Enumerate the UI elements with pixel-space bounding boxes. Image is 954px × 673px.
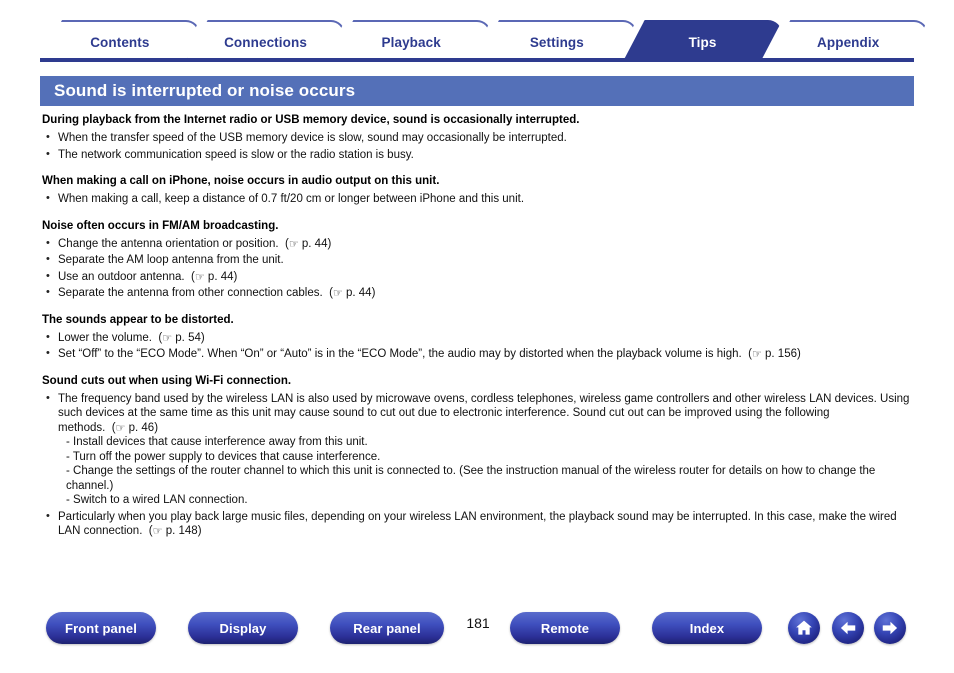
- page-reference-link[interactable]: (☞ p. 54): [158, 331, 204, 344]
- list-item-text: When the transfer speed of the USB memor…: [58, 132, 567, 144]
- section-heading: The sounds appear to be distorted.: [42, 313, 234, 326]
- content-section: When making a call on iPhone, noise occu…: [42, 174, 922, 207]
- tab-settings[interactable]: Settings: [477, 20, 637, 62]
- page-reference-text: p. 44: [346, 287, 372, 299]
- list-item-text: When making a call, keep a distance of 0…: [58, 193, 525, 205]
- bullet-list: When the transfer speed of the USB memor…: [42, 130, 922, 163]
- section-heading: Sound cuts out when using Wi-Fi connecti…: [42, 374, 292, 387]
- arrow-right-icon: [880, 618, 900, 638]
- pointing-hand-icon: ☞: [332, 286, 343, 300]
- page-reference-text: p. 54: [175, 331, 201, 344]
- list-item: Separate the antenna from other connecti…: [42, 285, 922, 301]
- rear-panel-button[interactable]: Rear panel: [330, 612, 444, 644]
- list-item-text: Separate the AM loop antenna from the un…: [58, 254, 284, 266]
- list-item: Lower the volume. (☞ p. 54): [42, 330, 922, 346]
- page-number: 181: [466, 615, 490, 631]
- list-item: Particularly when you play back large mu…: [42, 509, 922, 539]
- page-reference-link[interactable]: (☞ p. 46): [112, 421, 158, 434]
- tab-tips[interactable]: Tips: [623, 20, 783, 62]
- content-section: The sounds appear to be distorted. Lower …: [42, 313, 922, 362]
- page-reference-link[interactable]: (☞ p. 44): [191, 270, 237, 283]
- list-item-text: Use an outdoor antenna.: [58, 270, 185, 283]
- section-heading: When making a call on iPhone, noise occu…: [42, 175, 440, 187]
- page-reference-text: p. 44: [207, 270, 234, 283]
- page-reference-text: p. 148: [165, 525, 198, 537]
- pointing-hand-icon: ☞: [152, 524, 163, 538]
- sub-line-item: - Install devices that cause interferenc…: [66, 436, 368, 448]
- tab-label: Appendix: [817, 34, 880, 50]
- bullet-list: Change the antenna orientation or positi…: [42, 236, 922, 301]
- list-item: Change the antenna orientation or positi…: [42, 236, 922, 252]
- page-reference-link[interactable]: (☞ p. 156): [748, 347, 801, 361]
- tab-bar-underline: [40, 58, 914, 62]
- page-title: Sound is interrupted or noise occurs: [54, 81, 356, 100]
- tab-label: Settings: [529, 34, 584, 50]
- page-reference-text: p. 44: [301, 237, 328, 250]
- pointing-hand-icon: ☞: [288, 237, 299, 250]
- bullet-list: The frequency band used by the wireless …: [42, 391, 922, 539]
- page-reference-text: p. 156: [765, 348, 797, 360]
- sub-line-item: - Switch to a wired LAN connection.: [66, 494, 248, 506]
- tab-label: Connections: [224, 34, 307, 50]
- content-section: Sound cuts out when using Wi-Fi connecti…: [42, 374, 922, 539]
- list-item-text: Set “Off” to the “ECO Mode”. When “On” o…: [58, 348, 742, 360]
- bullet-list: Lower the volume. (☞ p. 54) Set “Off” to …: [42, 330, 922, 362]
- page-title-banner: Sound is interrupted or noise occurs: [40, 76, 914, 106]
- page-reference-link[interactable]: (☞ p. 148): [149, 524, 202, 538]
- sub-line-list: - Install devices that cause interferenc…: [58, 435, 922, 508]
- pointing-hand-icon: ☞: [162, 331, 173, 344]
- tab-contents[interactable]: Contents: [40, 20, 200, 62]
- back-button[interactable]: [832, 612, 864, 644]
- list-item-text: The network communication speed is slow …: [58, 148, 414, 161]
- list-item-text: Lower the volume.: [58, 331, 152, 344]
- tab-label: Playback: [381, 34, 441, 50]
- content-section: Noise often occurs in FM/AM broadcasting…: [42, 219, 922, 301]
- list-item: The network communication speed is slow …: [42, 147, 922, 163]
- sub-line-item: - Change the settings of the router chan…: [66, 465, 876, 492]
- footer-navigation: Front panel Display Rear panel 181 Remot…: [0, 612, 954, 668]
- tab-label: Contents: [90, 34, 150, 50]
- bullet-list: When making a call, keep a distance of 0…: [42, 191, 922, 207]
- pointing-hand-icon: ☞: [194, 270, 205, 283]
- tab-playback[interactable]: Playback: [331, 20, 491, 62]
- page-reference-link[interactable]: (☞ p. 44): [329, 286, 375, 300]
- index-button[interactable]: Index: [652, 612, 762, 644]
- page-reference-text: p. 46: [128, 421, 155, 434]
- list-item: Set “Off” to the “ECO Mode”. When “On” o…: [42, 346, 922, 362]
- page-content: During playback from the Internet radio …: [42, 113, 922, 541]
- list-item-text: Change the antenna orientation or positi…: [58, 237, 279, 250]
- tab-bar: Contents Connections Playback Settings Tips A…: [40, 20, 914, 62]
- pointing-hand-icon: ☞: [115, 421, 126, 434]
- section-heading: Noise often occurs in FM/AM broadcasting…: [42, 219, 279, 232]
- list-item: When making a call, keep a distance of 0…: [42, 191, 922, 207]
- section-heading: During playback from the Internet radio …: [42, 114, 580, 126]
- list-item-text: Separate the antenna from other connecti…: [58, 287, 323, 299]
- content-section: During playback from the Internet radio …: [42, 113, 922, 162]
- page-reference-link[interactable]: (☞ p. 44): [285, 237, 331, 250]
- arrow-left-icon: [838, 618, 858, 638]
- list-item-text: The frequency band used by the wireless …: [58, 392, 910, 434]
- display-button[interactable]: Display: [188, 612, 298, 644]
- list-item: The frequency band used by the wireless …: [42, 391, 922, 508]
- pointing-hand-icon: ☞: [751, 347, 762, 361]
- home-icon-button[interactable]: [788, 612, 820, 644]
- front-panel-button[interactable]: Front panel: [46, 612, 156, 644]
- tab-list: Contents Connections Playback Settings Tips A…: [40, 20, 914, 62]
- tab-appendix[interactable]: Appendix: [768, 20, 928, 62]
- sub-line-item: - Turn off the power supply to devices t…: [66, 450, 381, 463]
- tab-connections[interactable]: Connections: [186, 20, 346, 62]
- remote-button[interactable]: Remote: [510, 612, 620, 644]
- list-item: When the transfer speed of the USB memor…: [42, 130, 922, 146]
- home-icon: [794, 618, 814, 638]
- tab-label: Tips: [688, 34, 717, 50]
- list-item: Separate the AM loop antenna from the un…: [42, 252, 922, 268]
- forward-button[interactable]: [874, 612, 906, 644]
- list-item: Use an outdoor antenna. (☞ p. 44): [42, 269, 922, 285]
